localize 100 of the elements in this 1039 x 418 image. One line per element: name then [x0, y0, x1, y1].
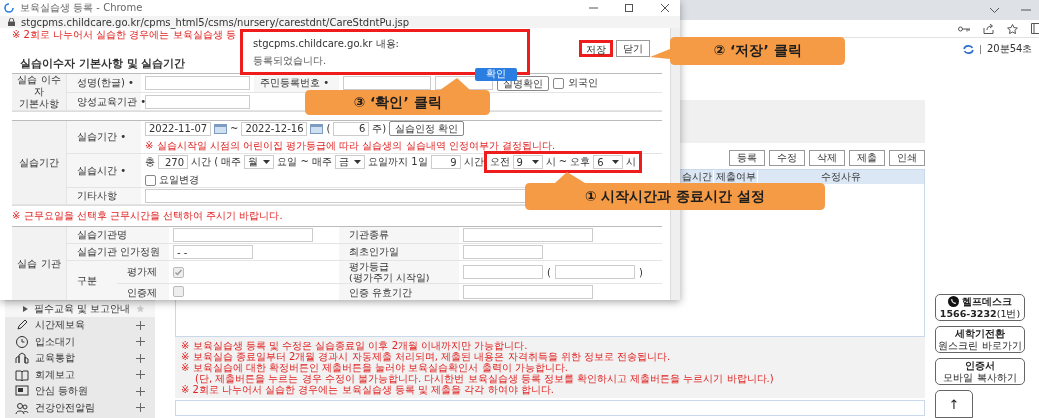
maximize-icon[interactable] [625, 4, 633, 12]
input-field[interactable] [463, 228, 593, 242]
field-label: 인증제 [117, 284, 169, 300]
callout-text: ② ‘저장’ 클릭 [713, 42, 802, 60]
sidebar-item[interactable]: 입소대기 [35, 334, 130, 349]
plus-icon[interactable] [136, 386, 145, 396]
plus-icon[interactable] [136, 353, 145, 363]
share-icon[interactable] [983, 23, 994, 34]
building-icon [15, 351, 29, 366]
action-button[interactable]: 삭제 [809, 150, 845, 166]
phone-icon [948, 296, 959, 307]
input-field[interactable] [173, 228, 313, 242]
plus-icon[interactable] [136, 403, 145, 413]
window-title: 보육실습생 등록 - Chrome [20, 1, 144, 15]
date-field[interactable]: 2022-12-16 [241, 121, 308, 136]
field-label: 기타사항 [67, 188, 141, 205]
plus-icon[interactable] [136, 370, 145, 380]
input-field[interactable] [463, 285, 593, 299]
field-text: 오전 [489, 155, 510, 169]
lock-icon [8, 18, 15, 26]
sidebar-item[interactable]: 안심 등하원 [35, 384, 130, 399]
sidebar-item[interactable]: 회계보고 [35, 367, 130, 382]
checkbox[interactable] [145, 174, 156, 186]
field-text: 요일까지 1일 [368, 155, 428, 169]
input-field[interactable]: 270 [158, 155, 188, 169]
dropdown[interactable]: 금 [335, 155, 365, 169]
key-icon[interactable] [958, 25, 970, 32]
quick-link-button[interactable]: 헬프데스크 1566-3232(1번) [935, 294, 1025, 321]
field-label: 실습기관명 [67, 227, 169, 244]
input-field[interactable]: 6 [333, 121, 370, 136]
loading-icon [4, 3, 14, 13]
chevron-icon[interactable] [990, 7, 999, 13]
notice-text: ※ 보육실습생 등록 및 수정은 실습종료일 이후 2개월 이내까지만 가능합니다. [181, 340, 529, 351]
dropdown[interactable]: 6 [593, 155, 624, 169]
input-field[interactable] [554, 265, 635, 279]
star-icon[interactable] [136, 304, 145, 314]
input-field[interactable]: 9 [430, 155, 461, 169]
date-field[interactable]: 2022-11-07 [145, 121, 211, 136]
input-field[interactable] [343, 76, 431, 90]
plus-icon[interactable] [136, 337, 145, 347]
dropdown[interactable]: 9 [512, 155, 543, 169]
pencil-icon [15, 318, 29, 333]
dropdown[interactable]: 월 [244, 155, 275, 169]
notice-text: ※ 2회로 나누어서 실습한 경우에는 보육실습생 등록 및 제출을 각각 하여야 합니다. [181, 384, 555, 395]
action-button[interactable]: 등록 [729, 150, 765, 166]
plus-icon[interactable] [136, 320, 145, 330]
action-button[interactable]: 인쇄 [889, 150, 925, 166]
field-label: 실습기간 • [67, 121, 141, 154]
confirm-button[interactable]: 실습인정 확인 [389, 121, 465, 136]
warning-text: ※ 2회로 나누어서 실습한 경우에는 보육실습생 등 [12, 29, 236, 42]
input-field[interactable] [463, 245, 543, 259]
triangle-icon [23, 305, 28, 312]
book-icon [15, 367, 29, 382]
refresh-icon[interactable] [963, 44, 974, 54]
monitor-icon [15, 384, 29, 399]
checkbox[interactable] [553, 77, 564, 89]
ok-button[interactable]: 확인 [475, 68, 517, 81]
minimize-icon[interactable] [588, 7, 598, 9]
field-text: ~ [230, 123, 239, 134]
dialog-message: 등록되었습니다. [253, 54, 328, 68]
sidebar-item[interactable]: 건강안전알림 [35, 400, 130, 415]
group-label: 실습 이수자 기본사항 [12, 74, 67, 111]
url-text: stgcpms.childcare.go.kr/cpms_html5/csms/nursery/carestdnt/CareStdntPu.jsp [21, 16, 410, 28]
field-text: ( [547, 266, 551, 278]
field-text: 시 [626, 155, 637, 169]
warning-text: ※ 실습시작일 시점의 어린이집 평가등급에 따라 실습생의 실습내역 인정여부가 결정됩니다. [145, 139, 556, 153]
field-label: 평가등급 (평가주기 시작일) [339, 261, 459, 284]
group-label: 실습 기관 [12, 227, 67, 300]
quick-link-button[interactable]: 세학기전환 원스크린 바로가기 [935, 326, 1025, 353]
star-icon[interactable] [1007, 23, 1018, 34]
input-field[interactable] [175, 400, 925, 416]
close-button[interactable]: 닫기 [616, 40, 650, 57]
scroll-top-button[interactable]: ↑ [935, 390, 973, 418]
field-label: 인증 유효기간 [339, 284, 459, 300]
checkbox-label: 요일변경 [159, 173, 199, 187]
input-field[interactable] [463, 265, 543, 279]
field-text: ) [638, 266, 643, 278]
sidebar-item[interactable]: 시간제보육 [35, 318, 130, 333]
notice-text: ※ 보육실습에 대한 확정버튼인 제출버튼을 눌러야 보육실습확인서 출력이 가능합니다. [181, 362, 569, 373]
sidebar-item[interactable]: 교육통합 [35, 351, 130, 366]
dialog-title: stgcpms.childcare.go.kr 내용: [253, 37, 400, 51]
field-label: 실습시간 • [67, 154, 141, 188]
input-field[interactable] [145, 76, 250, 90]
calendar-icon[interactable] [214, 123, 227, 134]
side-panel-icon[interactable] [1031, 23, 1039, 34]
input-field[interactable]: - - [173, 245, 253, 259]
action-button[interactable]: 수정 [769, 150, 805, 166]
save-button[interactable]: 저장 [579, 40, 613, 57]
action-button[interactable]: 제출 [849, 150, 885, 166]
field-label: 실습기관 인가정원 [67, 244, 169, 261]
input-field[interactable] [145, 94, 250, 109]
callout-text: ① 시작시간과 종료시간 설정 [584, 187, 766, 206]
field-text: 시간 ( 매주 [191, 155, 242, 169]
field-label: 기관종류 [339, 227, 459, 244]
quick-link-button[interactable]: 인증서 모바일 복사하기 [935, 358, 1025, 385]
field-label: 성명(한글) • [67, 74, 141, 93]
close-icon[interactable] [661, 4, 669, 12]
callout-text: ③ ‘확인’ 클릭 [353, 93, 442, 112]
calendar-icon[interactable] [310, 123, 324, 134]
notice-text: ※ 보육실습 종료일부터 2개월 경과시 자동제출 처리되며, 제출된 내용은 자격취득을 위한 정보로 전송됩니다. [181, 351, 672, 362]
